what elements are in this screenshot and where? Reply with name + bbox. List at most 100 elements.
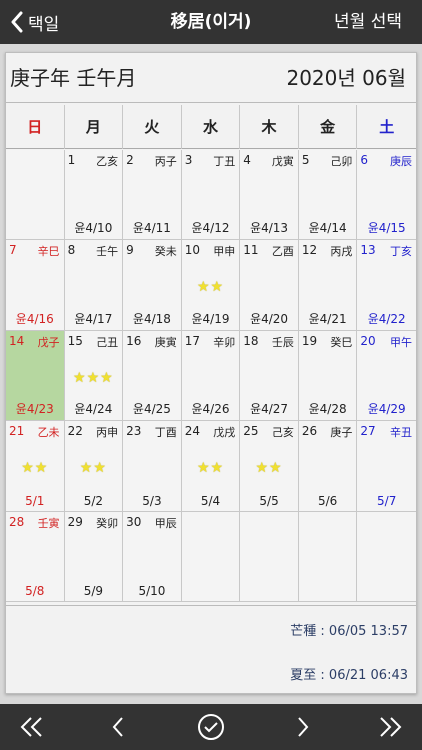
lunar-date: 윤4/11: [132, 221, 171, 236]
lunar-date: 5/7: [377, 493, 397, 508]
star-rating: ★★: [255, 460, 283, 477]
first-month-button[interactable]: [12, 704, 52, 750]
calendar-day-cell[interactable]: 9 癸未 윤4/18: [123, 240, 182, 331]
star-rating: ★★: [79, 460, 107, 477]
star-rating: ★★: [196, 460, 225, 477]
day-ganzhi: 辛卯: [213, 335, 236, 349]
next-month-button[interactable]: [283, 704, 323, 750]
lunar-date: 윤4/16: [15, 311, 54, 326]
day-ganzhi: 庚寅: [154, 335, 177, 349]
calendar-day-cell[interactable]: 29 癸卯 5/9: [64, 511, 124, 602]
day-number: 28: [9, 514, 25, 529]
lunar-date: 윤4/25: [132, 402, 171, 417]
weekday-tue: 火: [123, 105, 182, 149]
day-number: 29: [67, 514, 83, 529]
day-number: 17: [184, 333, 200, 348]
calendar-day-cell[interactable]: 15 己丑 ★★★ 윤4/24: [64, 330, 124, 422]
calendar-header: 庚子年 壬午月 2020년 06월: [6, 53, 416, 103]
day-ganzhi: 甲申: [213, 245, 236, 259]
calendar-day-cell[interactable]: 20 甲午 윤4/29: [357, 330, 416, 422]
calendar-day-cell[interactable]: 22 丙申 ★★ 5/2: [64, 421, 124, 512]
prev-month-button[interactable]: [98, 704, 138, 750]
day-ganzhi: 庚子: [330, 426, 353, 440]
day-number: 10: [184, 243, 200, 258]
calendar-day-cell[interactable]: 10 甲申 ★★ 윤4/19: [181, 240, 241, 331]
calendar-day-cell[interactable]: 12 丙戌 윤4/21: [298, 240, 358, 331]
calendar-day-cell[interactable]: 28 壬寅 5/8: [6, 511, 65, 602]
calendar-day-cell[interactable]: 13 丁亥 윤4/22: [357, 240, 416, 331]
day-ganzhi: 丁亥: [390, 245, 412, 259]
calendar-day-cell[interactable]: 16 庚寅 윤4/25: [123, 330, 182, 422]
lunar-date: 윤4/19: [191, 311, 230, 326]
day-ganzhi: 壬午: [96, 245, 119, 259]
calendar-day-cell[interactable]: 2 丙子 윤4/11: [123, 150, 182, 241]
lunar-date: 윤4/10: [74, 221, 113, 236]
weekday-wed: 水: [182, 105, 241, 149]
calendar-day-cell[interactable]: 7 辛巳 윤4/16: [6, 240, 65, 331]
day-number: 14: [9, 333, 25, 348]
day-ganzhi: 乙亥: [96, 155, 119, 168]
calendar-day-cell[interactable]: 4 戊寅 윤4/13: [240, 150, 299, 241]
day-number: 8: [67, 243, 76, 258]
weekday-sat: 土: [379, 118, 395, 136]
lunar-date: 5/1: [25, 493, 45, 508]
lunar-date: 윤4/15: [367, 221, 406, 236]
day-number: 25: [243, 424, 259, 439]
day-ganzhi: 甲辰: [154, 516, 177, 530]
calendar-day-cell[interactable]: 3 丁丑 윤4/12: [181, 150, 241, 241]
day-number: 24: [184, 424, 200, 439]
day-ganzhi: 戊戌: [213, 426, 236, 440]
calendar-day-cell[interactable]: 14 戊子 윤4/23: [6, 330, 65, 422]
calendar-day-cell[interactable]: 24 戊戌 ★★ 5/4: [181, 421, 241, 512]
day-ganzhi: 己卯: [330, 155, 353, 168]
day-ganzhi: 癸未: [154, 245, 177, 259]
calendar-day-cell[interactable]: 11 乙酉 윤4/20: [240, 240, 299, 331]
chevron-left-icon: [112, 717, 123, 737]
day-number: 20: [360, 333, 376, 348]
calendar-day-cell[interactable]: 1 乙亥 윤4/10: [64, 150, 124, 241]
calendar-day-cell[interactable]: 17 辛卯 윤4/26: [181, 330, 241, 422]
weekday-thu: 木: [240, 105, 299, 149]
calendar-day-cell[interactable]: 5 己卯 윤4/14: [298, 150, 358, 241]
day-number: 16: [126, 333, 142, 348]
calendar-day-cell[interactable]: 18 壬辰 윤4/27: [240, 330, 299, 422]
last-month-button[interactable]: [370, 704, 410, 750]
calendar-day-cell[interactable]: 27 辛丑 5/7: [357, 421, 416, 512]
double-chevron-right-icon: [380, 717, 402, 737]
lunar-date: 윤4/20: [250, 311, 289, 326]
calendar-day-cell[interactable]: 30 甲辰 5/10: [123, 511, 182, 602]
calendar-day-cell[interactable]: 25 己亥 ★★ 5/5: [240, 421, 299, 512]
calendar-day-cell[interactable]: 8 壬午 윤4/17: [64, 240, 124, 331]
year-month-select-button[interactable]: 년월 선택: [334, 0, 402, 44]
back-button[interactable]: 택일: [10, 0, 59, 44]
day-number: 9: [126, 243, 134, 258]
star-rating: ★★: [21, 460, 49, 477]
today-button[interactable]: [191, 704, 231, 750]
lunar-date: 5/5: [259, 493, 279, 508]
lunar-date: 5/9: [83, 584, 103, 598]
day-number: 4: [243, 153, 251, 167]
day-ganzhi: 乙未: [37, 426, 60, 440]
weekday-header: 日 月 火 水 木 金 土: [6, 105, 416, 149]
day-number: 13: [360, 243, 376, 258]
day-number: 23: [126, 424, 142, 439]
calendar-day-cell[interactable]: 23 丁酉 5/3: [123, 421, 182, 512]
calendar-day-cell[interactable]: 6 庚辰 윤4/15: [357, 150, 416, 241]
day-number: 12: [301, 243, 318, 258]
lunar-date: 5/2: [83, 493, 103, 508]
solar-terms-panel: 芒種 : 06/05 13:57 夏至 : 06/21 06:43: [6, 605, 416, 693]
day-number: 21: [9, 424, 25, 439]
calendar-day-cell[interactable]: 19 癸巳 윤4/28: [298, 330, 358, 422]
day-number: 26: [301, 424, 318, 439]
lunar-date: 윤4/18: [132, 311, 171, 326]
lunar-date: 윤4/29: [367, 402, 406, 417]
calendar-empty-cell: [181, 511, 241, 602]
calendar-empty-cell: [298, 511, 358, 602]
lunar-date: 5/6: [317, 493, 338, 508]
calendar-day-cell[interactable]: 21 乙未 ★★ 5/1: [6, 421, 65, 512]
bottom-toolbar: [0, 704, 422, 750]
calendar-day-cell[interactable]: 26 庚子 5/6: [298, 421, 358, 512]
day-ganzhi: 壬寅: [37, 516, 60, 530]
year-month-label: 2020년 06월: [286, 66, 406, 90]
solar-term-xiazhi: 夏至 : 06/21 06:43: [290, 668, 408, 683]
